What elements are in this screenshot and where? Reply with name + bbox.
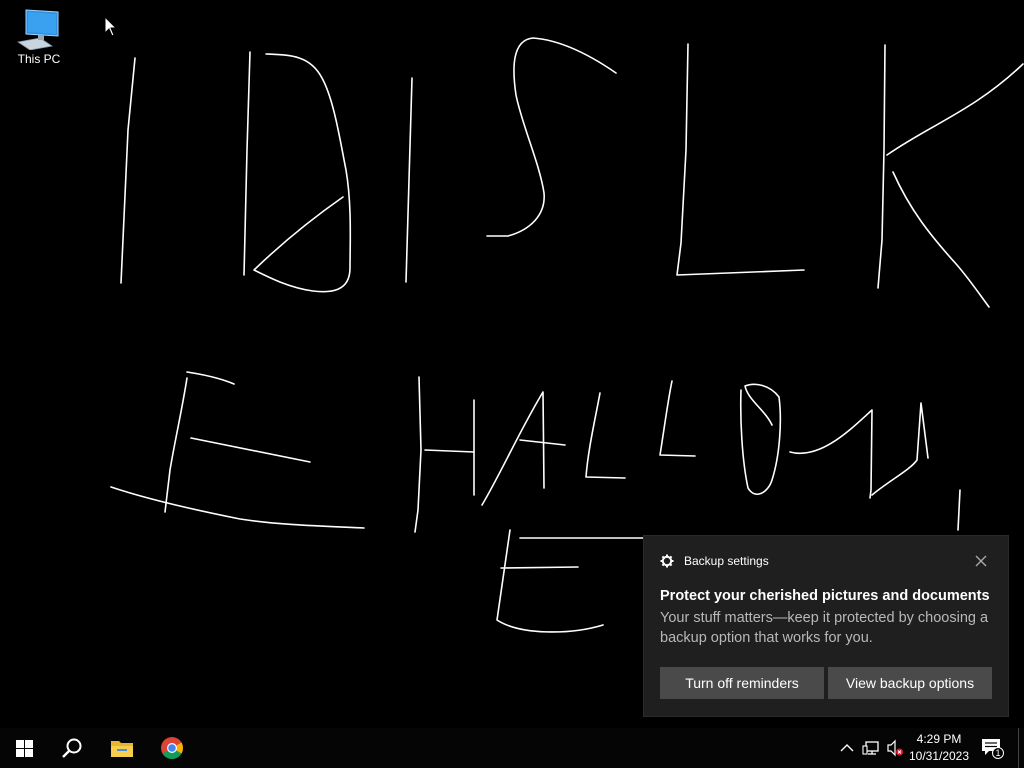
volume-muted-icon[interactable] <box>886 739 904 757</box>
desktop[interactable]: This PC Backup settings Protect your che… <box>0 0 1024 728</box>
turn-off-reminders-button[interactable]: Turn off reminders <box>660 667 824 699</box>
gear-icon <box>660 554 674 568</box>
mouse-cursor-icon <box>104 16 118 37</box>
system-clock[interactable]: 4:29 PM 10/31/2023 <box>904 731 974 765</box>
chrome-icon <box>161 737 183 759</box>
notification-count: 1 <box>995 748 1000 758</box>
file-explorer-icon <box>111 741 133 757</box>
toast-body: Your stuff matters—keep it protected by … <box>660 610 989 646</box>
desktop-icon-label: This PC <box>17 52 61 66</box>
clock-time: 4:29 PM <box>916 732 962 746</box>
search-button[interactable] <box>48 728 96 768</box>
notification-icon: 1 <box>982 739 1004 759</box>
toast-app-name: Backup settings <box>684 554 769 568</box>
backup-notification-toast[interactable]: Backup settings Protect your cherished p… <box>644 536 1008 716</box>
start-button[interactable] <box>0 728 48 768</box>
file-explorer-button[interactable] <box>98 728 146 768</box>
view-backup-options-button[interactable]: View backup options <box>828 667 992 699</box>
network-icon[interactable] <box>862 739 880 757</box>
this-pc-icon <box>16 9 59 50</box>
show-desktop-button[interactable] <box>1018 728 1024 768</box>
clock-date: 10/31/2023 <box>908 749 970 763</box>
search-icon <box>62 738 82 758</box>
chrome-button[interactable] <box>148 728 196 768</box>
chevron-up-icon[interactable] <box>838 739 856 757</box>
windows-start-icon <box>15 739 33 757</box>
toast-title: Protect your cherished pictures and docu… <box>660 588 990 604</box>
toast-header: Backup settings <box>660 554 769 568</box>
taskbar: 4:29 PM 10/31/2023 1 <box>0 728 1024 768</box>
desktop-icon-this-pc[interactable]: This PC <box>8 8 70 76</box>
action-center-button[interactable]: 1 <box>980 736 1004 760</box>
close-icon[interactable] <box>974 554 988 568</box>
